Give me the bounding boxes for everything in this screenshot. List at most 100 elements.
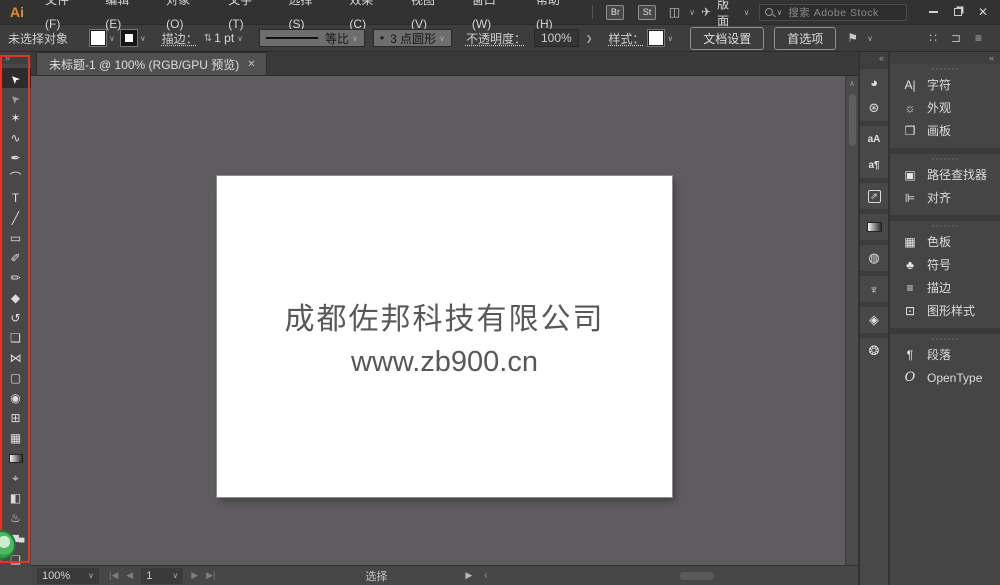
opacity-panel-link[interactable]: 不透明度： [466,30,526,47]
layers-panel-icon[interactable]: ◈ [860,302,888,333]
control-panel-menu-icon[interactable]: ≡ [975,31,982,45]
panel-item-appearance[interactable]: ☼ 外观 [890,96,1000,119]
perspective-grid-tool-icon[interactable]: ⊞ [0,408,31,428]
transparency-panel-icon[interactable]: ◍ [860,240,888,271]
gradient-tool-icon[interactable] [0,448,31,468]
dock-collapse-icon[interactable]: « [890,52,1000,64]
opacity-value-field[interactable]: 100% [533,29,579,47]
close-icon[interactable]: ✕ [978,5,988,19]
minimize-icon[interactable] [928,11,938,13]
touch-workspace-icon[interactable]: ∷ [929,31,937,45]
artboard-number-dropdown[interactable]: 1 ∨ [141,567,184,584]
color-panel-icon[interactable]: ◕ [860,64,888,95]
share-icon[interactable]: ✈ [701,5,711,19]
panel-item-paragraph[interactable]: ¶ 段落 [890,343,1000,366]
next-artboard-icon[interactable]: ▶ [191,570,198,581]
chevron-down-icon[interactable]: ∨ [109,34,115,43]
workspace-panel-icon[interactable]: ⊐ [951,31,961,45]
preferences-button[interactable]: 首选项 [774,26,837,50]
pencil-tool-icon[interactable]: ✏ [0,268,31,288]
chevron-down-icon[interactable]: ∨ [237,34,243,43]
stock-icon[interactable]: St [638,4,656,20]
document-tab[interactable]: 未标题-1 @ 100% (RGB/GPU 预览) ✕ [36,52,267,75]
vertical-scroll-thumb[interactable] [848,94,856,146]
artboard[interactable]: 成都佐邦科技有限公司 www.zb900.cn [217,176,672,497]
tab-close-icon[interactable]: ✕ [247,59,255,70]
rotate-tool-icon[interactable]: ↺ [0,308,31,328]
paragraph-styles-panel-icon[interactable]: a¶ [860,152,888,178]
free-transform-tool-icon[interactable]: ▢ [0,368,31,388]
lasso-tool-icon[interactable]: ∿ [0,128,31,148]
first-artboard-icon[interactable]: |◀ [109,570,118,581]
panel-item-stroke[interactable]: ≡ 描边 [890,276,1000,299]
pen-tool-icon[interactable]: ✒ [0,148,31,168]
window-controls: ✕ [917,5,1000,19]
curvature-tool-icon[interactable]: ⌒ [0,168,31,188]
status-readout: 选择 [365,570,388,583]
arrange-documents-icon[interactable]: ◫ [669,5,680,19]
pen-options-icon[interactable]: ⚑ [847,31,858,45]
color-themes-panel-icon[interactable]: ❂ [860,333,888,364]
panel-item-pathfinder[interactable]: ▣ 路径查找器 [890,163,1000,186]
panel-item-artboards[interactable]: ❐ 画板 [890,119,1000,142]
direct-selection-tool-icon[interactable]: ➤ [0,88,31,108]
tools-panel: » ➤ ➤ ✶ ∿ ✒ ⌒ T ╱ ▭ ✐ ✏ ◆ ↺ ❏ ⋈ ▢ ◉ ⊞ ▦ ⌖ ◧ ♨ ▂▆▄ ❏ [0,52,31,585]
panel-item-symbols[interactable]: ♣ 符号 [890,253,1000,276]
restore-icon[interactable] [953,8,962,16]
style-panel-link[interactable]: 样式： [608,30,644,47]
vertical-scrollbar[interactable]: ∧ [845,76,858,565]
horizontal-scroll-thumb[interactable] [679,571,714,580]
chevron-down-icon[interactable]: ∨ [667,34,673,43]
stroke-width-value[interactable]: 1 pt [214,31,234,45]
status-expand-icon[interactable]: ▶ [465,570,472,581]
previous-artboard-icon[interactable]: ◀ [126,570,133,581]
rectangle-tool-icon[interactable]: ▭ [0,228,31,248]
eraser-tool-icon[interactable]: ◆ [0,288,31,308]
libraries-panel-icon[interactable]: ⇗ [860,178,888,209]
last-artboard-icon[interactable]: ▶| [206,570,215,581]
panel-item-opentype[interactable]: O OpenType [890,366,1000,389]
character-styles-panel-icon[interactable]: aA [860,121,888,152]
selection-tool-icon[interactable]: ➤ [0,68,31,88]
color-guide-panel-icon[interactable]: ⊛ [860,95,888,121]
line-segment-tool-icon[interactable]: ╱ [0,208,31,228]
chevron-down-icon: ∨ [88,571,94,580]
type-tool-icon[interactable]: T [0,188,31,208]
magic-wand-tool-icon[interactable]: ✶ [0,108,31,128]
scroll-up-icon[interactable]: ∧ [849,79,855,88]
brushes-panel-icon[interactable]: ♆ [860,271,888,302]
shape-builder-tool-icon[interactable]: ◉ [0,388,31,408]
chevron-down-icon[interactable]: ∨ [689,8,695,17]
style-swatch[interactable] [647,29,666,47]
zoom-level-dropdown[interactable]: 100% ∨ [37,567,99,584]
fill-color-swatch[interactable] [89,29,108,47]
search-input[interactable]: ∨ 搜索 Adobe Stock [759,3,907,21]
bridge-icon[interactable]: Br [606,4,625,20]
scale-tool-icon[interactable]: ❏ [0,328,31,348]
chevron-down-icon[interactable]: ∨ [140,34,146,43]
status-collapse-icon[interactable]: ‹ [484,570,487,581]
paintbrush-tool-icon[interactable]: ✐ [0,248,31,268]
panel-item-align[interactable]: ⊫ 对齐 [890,186,1000,209]
stroke-profile-dropdown[interactable]: 等比 ∨ [259,29,365,47]
panel-item-character[interactable]: A| 字符 [890,73,1000,96]
opacity-expand-icon[interactable]: ❯ [586,34,593,43]
workspace-switcher[interactable]: 版面 ∨ [717,0,749,29]
stroke-width-stepper[interactable]: ⇅ [204,33,212,44]
eyedropper-tool-icon[interactable]: ⌖ [0,468,31,488]
strip-collapse-icon[interactable]: « [860,52,888,64]
blend-tool-icon[interactable]: ◧ [0,488,31,508]
document-setup-button[interactable]: 文档设置 [690,26,765,50]
panel-item-swatches[interactable]: ▦ 色板 [890,230,1000,253]
brush-definition-dropdown[interactable]: • 3 点圆形 ∨ [372,29,452,47]
panel-item-graphic-styles[interactable]: ⊡ 图形样式 [890,299,1000,322]
symbol-sprayer-tool-icon[interactable]: ♨ [0,508,31,528]
stroke-panel-link[interactable]: 描边： [162,30,198,47]
toolbar-collapse-icon[interactable]: » [0,52,31,64]
mesh-tool-icon[interactable]: ▦ [0,428,31,448]
width-tool-icon[interactable]: ⋈ [0,348,31,368]
canvas-area[interactable]: 成都佐邦科技有限公司 www.zb900.cn ∧ [31,76,858,565]
chevron-down-icon[interactable]: ∨ [867,34,873,43]
gradient-panel-icon[interactable] [860,209,888,240]
stroke-color-swatch[interactable] [119,29,138,47]
